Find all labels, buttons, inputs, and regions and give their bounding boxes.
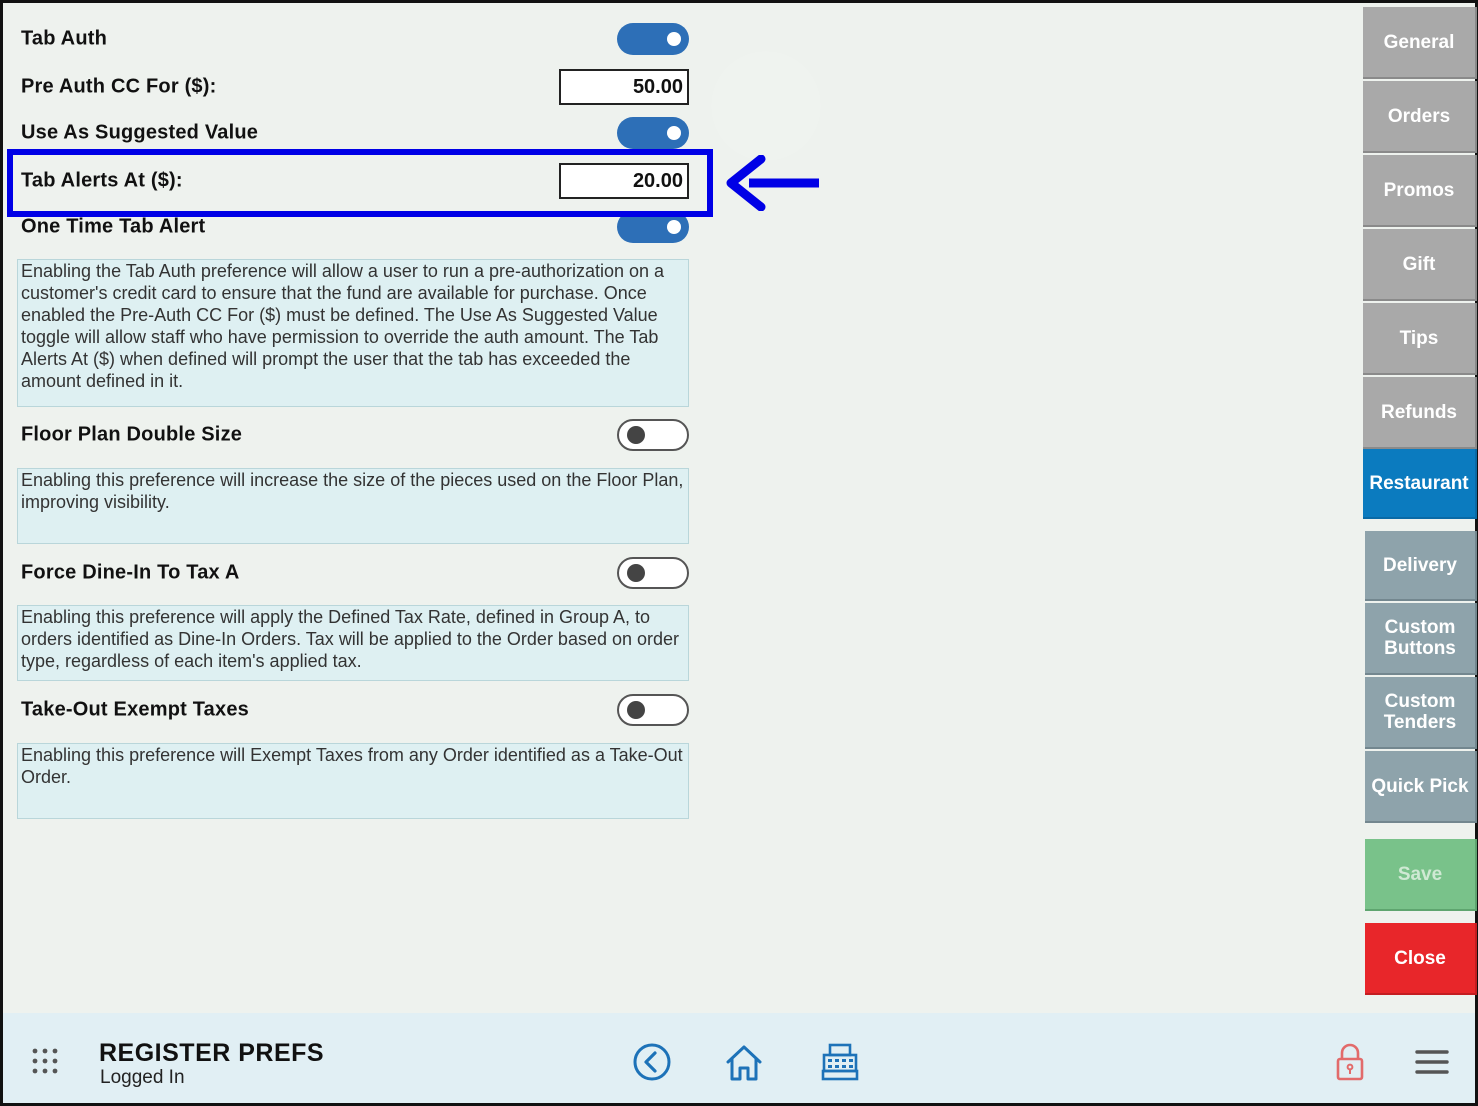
sidebar-item-promos[interactable]: Promos [1363, 155, 1477, 227]
floor-plan-toggle[interactable] [617, 419, 689, 451]
tab-alerts-input[interactable] [559, 163, 689, 199]
bottom-bar: REGISTER PREFS Logged In [3, 1013, 1475, 1103]
force-dine-in-toggle[interactable] [617, 557, 689, 589]
sidebar-item-orders[interactable]: Orders [1363, 81, 1477, 153]
home-icon[interactable] [723, 1041, 765, 1083]
decorative-circle [711, 51, 821, 161]
tab-auth-row: Tab Auth [17, 19, 689, 59]
force-dine-in-label: Force Dine-In To Tax A [21, 561, 240, 584]
sidebar-item-gift[interactable]: Gift [1363, 229, 1477, 301]
floor-plan-row: Floor Plan Double Size [17, 415, 689, 455]
one-time-alert-toggle[interactable] [617, 211, 689, 243]
page-title: REGISTER PREFS [99, 1039, 325, 1067]
save-button[interactable]: Save [1365, 839, 1477, 911]
toggle-knob [627, 701, 645, 719]
sidebar-item-restaurant[interactable]: Restaurant [1363, 449, 1477, 519]
take-out-toggle[interactable] [617, 694, 689, 726]
tab-auth-label: Tab Auth [21, 27, 108, 50]
pre-auth-label: Pre Auth CC For ($): [21, 75, 217, 98]
back-icon[interactable] [631, 1041, 673, 1083]
suggested-value-row: Use As Suggested Value [17, 113, 689, 153]
tab-alerts-row: Tab Alerts At ($): [17, 161, 689, 201]
floor-plan-description: Enabling this preference will increase t… [17, 468, 689, 544]
pre-auth-input[interactable] [559, 69, 689, 105]
toggle-knob [627, 564, 645, 582]
apps-grid-icon[interactable] [31, 1047, 59, 1075]
toggle-knob [667, 220, 681, 234]
sidebar-item-refunds[interactable]: Refunds [1363, 377, 1477, 449]
lock-icon[interactable] [1329, 1041, 1371, 1083]
sidebar-item-quick-pick[interactable]: Quick Pick [1365, 751, 1477, 823]
toggle-knob [667, 32, 681, 46]
login-status: Logged In [100, 1067, 185, 1088]
register-icon[interactable] [819, 1041, 861, 1083]
sidebar-item-custom-buttons[interactable]: Custom Buttons [1365, 603, 1477, 675]
sidebar-item-general[interactable]: General [1363, 7, 1477, 79]
arrow-left-icon [726, 155, 819, 211]
tab-auth-description: Enabling the Tab Auth preference will al… [17, 259, 689, 407]
force-dine-in-description: Enabling this preference will apply the … [17, 605, 689, 681]
tab-alerts-label: Tab Alerts At ($): [21, 169, 183, 192]
take-out-row: Take-Out Exempt Taxes [17, 690, 689, 730]
suggested-value-label: Use As Suggested Value [21, 121, 259, 144]
sidebar-nav: General Orders Promos Gift Tips Refunds … [1359, 3, 1478, 1013]
tab-auth-toggle[interactable] [617, 23, 689, 55]
menu-icon[interactable] [1411, 1041, 1453, 1083]
one-time-alert-row: One Time Tab Alert [17, 207, 689, 247]
sidebar-item-tips[interactable]: Tips [1363, 303, 1477, 375]
toggle-knob [667, 126, 681, 140]
suggested-value-toggle[interactable] [617, 117, 689, 149]
close-button[interactable]: Close [1365, 923, 1477, 995]
sidebar-item-custom-tenders[interactable]: Custom Tenders [1365, 677, 1477, 749]
one-time-alert-label: One Time Tab Alert [21, 215, 206, 238]
settings-panel: Tab Auth Pre Auth CC For ($): Use As Sug… [3, 3, 1359, 1013]
floor-plan-label: Floor Plan Double Size [21, 423, 243, 446]
toggle-knob [627, 426, 645, 444]
pre-auth-row: Pre Auth CC For ($): [17, 67, 689, 107]
force-dine-in-row: Force Dine-In To Tax A [17, 553, 689, 593]
take-out-label: Take-Out Exempt Taxes [21, 698, 249, 721]
take-out-description: Enabling this preference will Exempt Tax… [17, 743, 689, 819]
sidebar-item-delivery[interactable]: Delivery [1365, 531, 1477, 601]
